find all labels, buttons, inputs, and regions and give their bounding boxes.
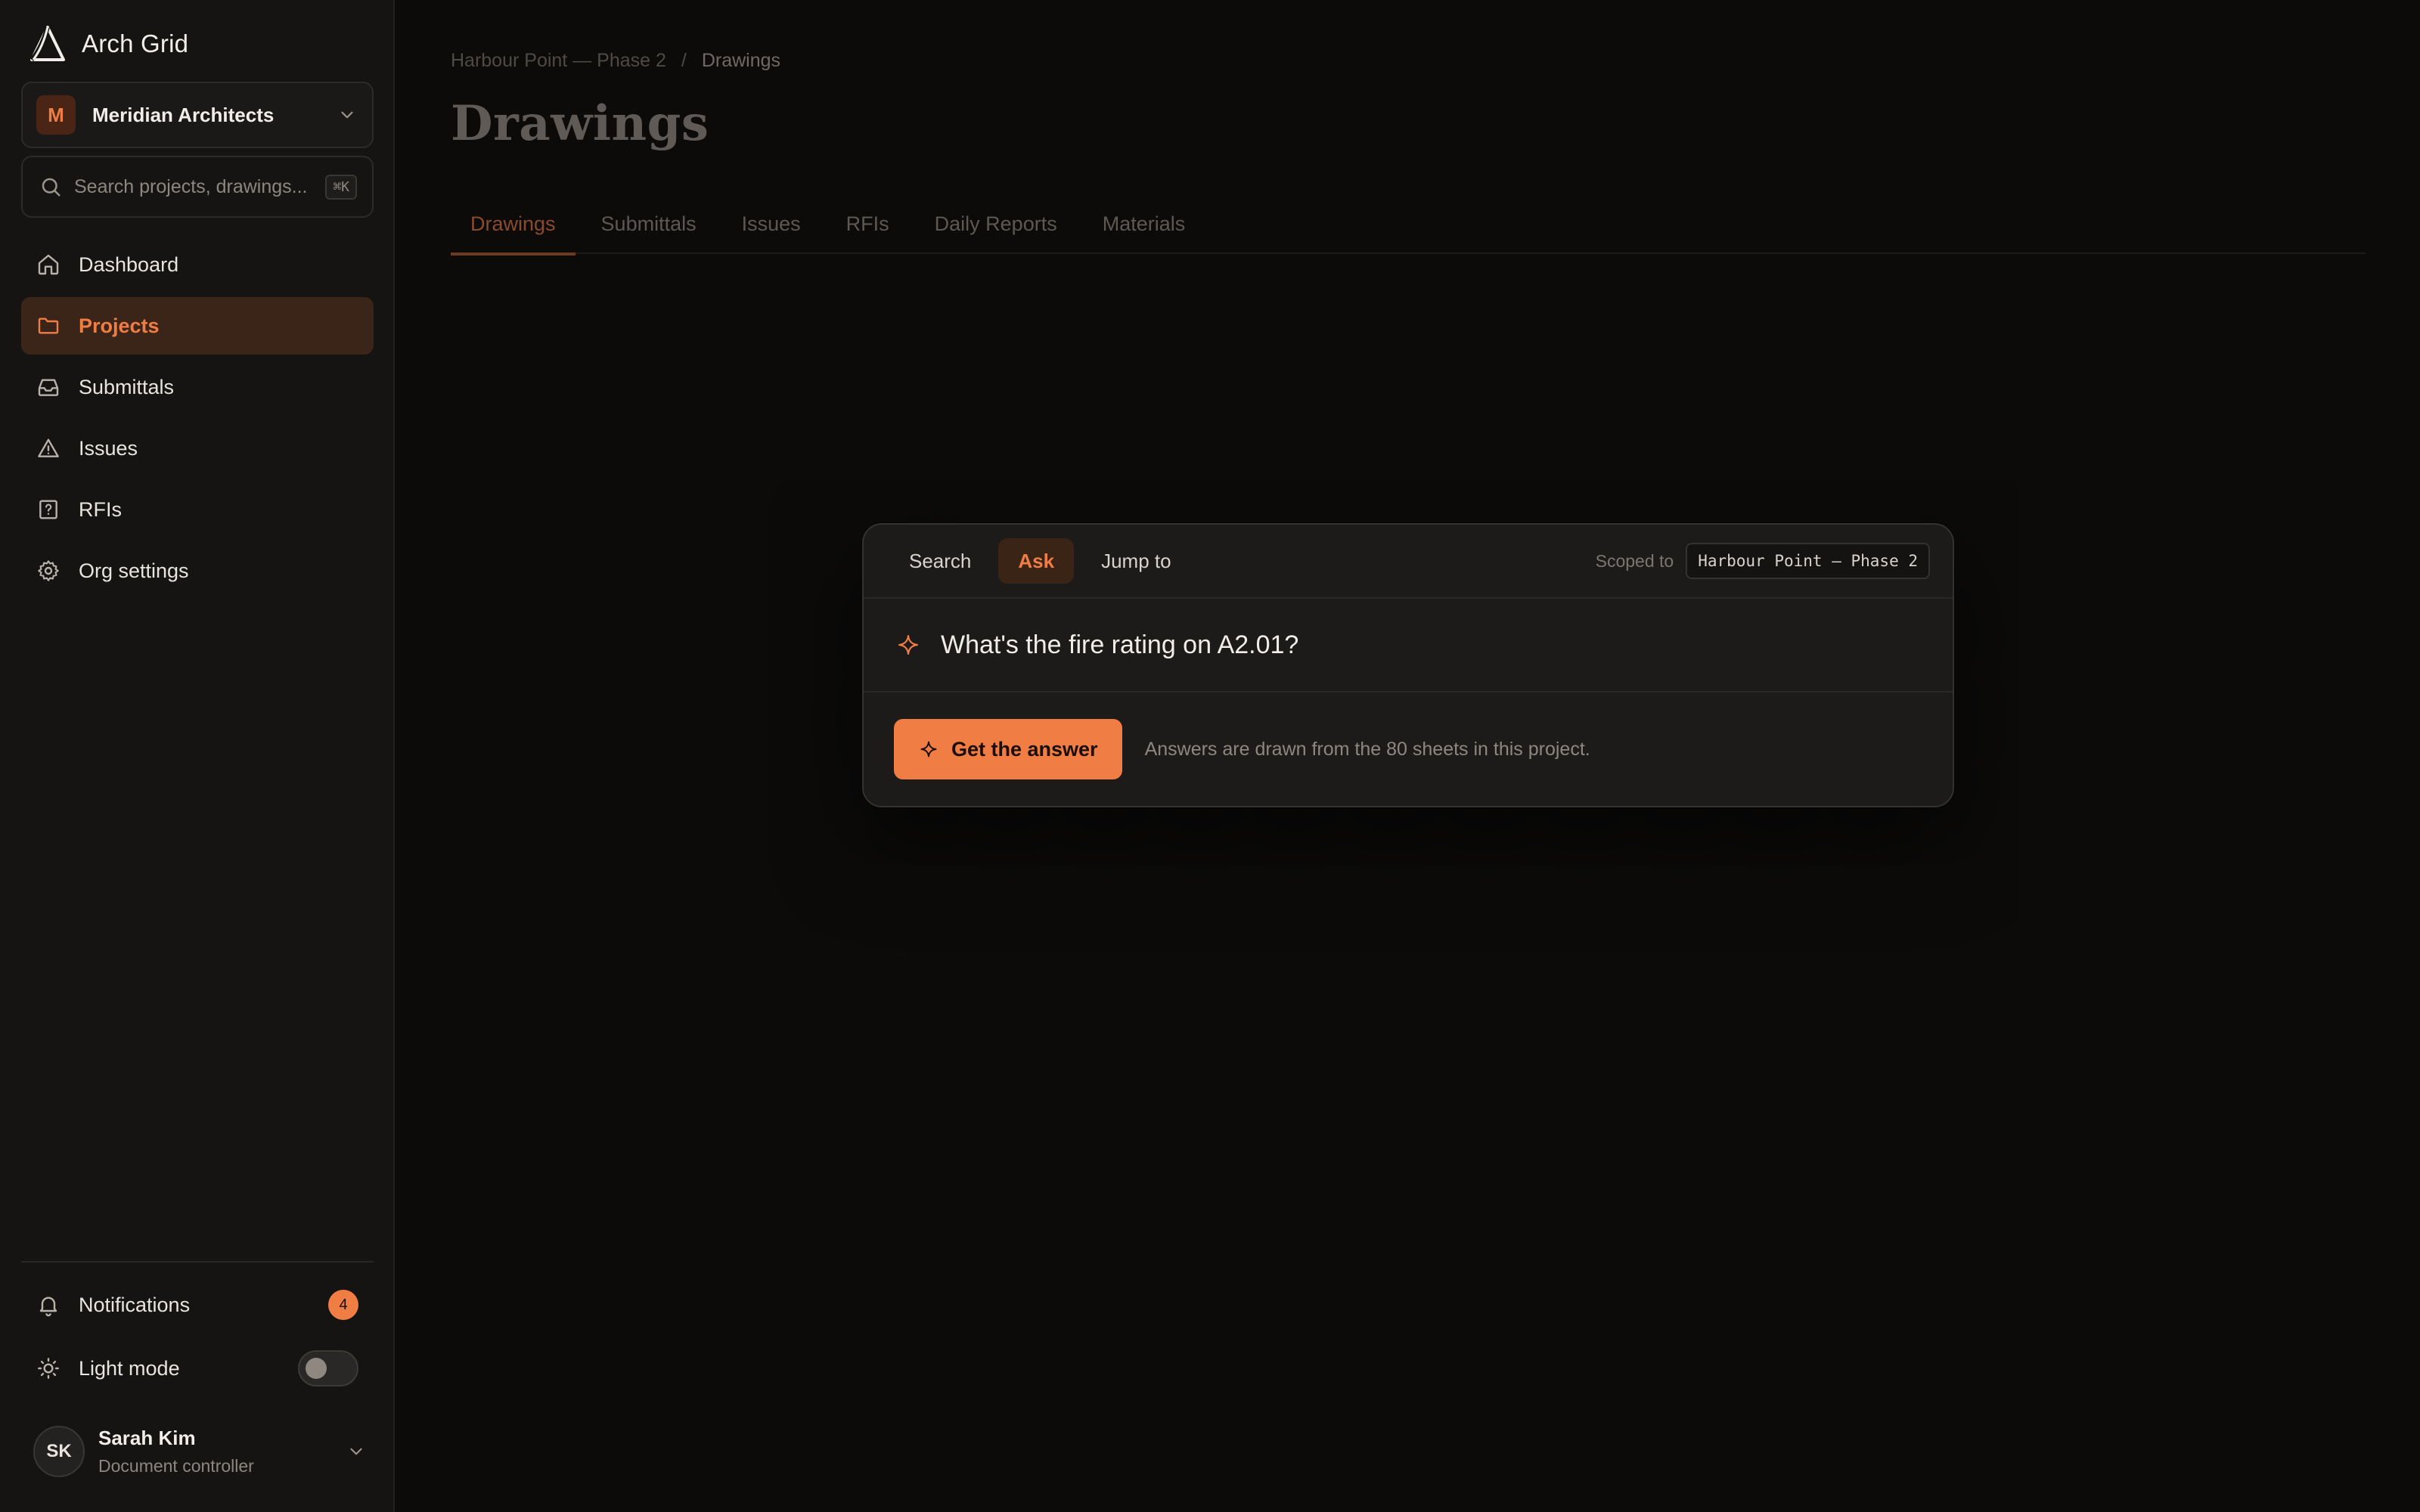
tab-materials[interactable]: Materials xyxy=(1083,194,1205,254)
chevron-down-icon xyxy=(341,111,353,119)
sidebar-nav: Dashboard Projects Submittals Issues RFI… xyxy=(21,236,374,603)
breadcrumb: Harbour Point — Phase 2 / Drawings xyxy=(451,50,780,72)
scope-chip[interactable]: Harbour Point — Phase 2 xyxy=(1686,543,1930,579)
org-switcher[interactable]: M Meridian Architects xyxy=(21,82,374,148)
search-icon xyxy=(42,178,60,197)
sidebar-item-label: RFIs xyxy=(79,497,122,521)
tab-rfis[interactable]: RFIs xyxy=(827,194,909,254)
palette-header: Search Ask Jump to Scoped to Harbour Poi… xyxy=(864,525,1953,599)
sidebar-item-label: Projects xyxy=(79,314,160,337)
sidebar-item-label: Issues xyxy=(79,436,138,460)
scope: Scoped to Harbour Point — Phase 2 xyxy=(1596,543,1930,579)
brand[interactable]: Arch Grid xyxy=(30,23,188,65)
avatar: SK xyxy=(33,1426,85,1477)
get-answer-button[interactable]: Get the answer xyxy=(894,719,1122,779)
tab-daily-reports[interactable]: Daily Reports xyxy=(915,194,1077,254)
light-mode-toggle[interactable] xyxy=(298,1350,358,1387)
notifications-badge: 4 xyxy=(328,1290,358,1320)
user-role: Document controller xyxy=(98,1456,254,1476)
sidebar-item-projects[interactable]: Projects xyxy=(21,297,374,355)
folder-icon xyxy=(38,318,59,334)
sidebar-search[interactable]: Search projects, drawings... ⌘K xyxy=(21,156,374,218)
tab-drawings[interactable]: Drawings xyxy=(451,194,576,256)
notifications-row[interactable]: Notifications 4 xyxy=(36,1282,358,1328)
sun-icon xyxy=(38,1358,59,1379)
sparkle-icon xyxy=(920,741,937,758)
help-square-icon xyxy=(39,500,57,519)
org-name: Meridian Architects xyxy=(92,103,275,126)
palette-query-row[interactable]: What's the fire rating on A2.01? xyxy=(864,599,1953,692)
palette-footer: Get the answer Answers are drawn from th… xyxy=(864,692,1953,806)
sidebar-item-issues[interactable]: Issues xyxy=(21,420,374,477)
gear-icon xyxy=(38,560,59,581)
scope-label: Scoped to xyxy=(1595,550,1674,571)
breadcrumb-project[interactable]: Harbour Point — Phase 2 xyxy=(451,50,666,72)
app-name: Arch Grid xyxy=(82,29,189,57)
sidebar-item-label: Org settings xyxy=(79,559,189,582)
sidebar-item-label: Submittals xyxy=(79,375,175,398)
notifications-label: Notifications xyxy=(79,1293,191,1316)
sidebar-item-submittals[interactable]: Submittals xyxy=(21,358,374,416)
breadcrumb-separator: / xyxy=(681,50,687,71)
sidebar-divider xyxy=(21,1261,374,1263)
sparkle-icon xyxy=(898,635,918,655)
chevron-down-icon xyxy=(350,1448,362,1455)
sidebar-item-org-settings[interactable]: Org settings xyxy=(21,542,374,600)
arch-grid-logo-icon xyxy=(30,26,65,61)
user-name: Sarah Kim xyxy=(98,1427,196,1449)
tab-issues[interactable]: Issues xyxy=(722,194,821,254)
user-info: Sarah Kim Document controller xyxy=(98,1427,346,1476)
search-input[interactable]: Search projects, drawings... xyxy=(74,176,325,198)
sidebar: Arch Grid M Meridian Architects Search p… xyxy=(0,0,395,1512)
mode-search[interactable]: Search xyxy=(889,538,991,584)
user-menu[interactable]: SK Sarah Kim Document controller xyxy=(33,1421,366,1482)
light-mode-label: Light mode xyxy=(79,1356,180,1380)
app-root: Arch Grid M Meridian Architects Search p… xyxy=(0,0,2420,1512)
query-input[interactable]: What's the fire rating on A2.01? xyxy=(941,631,1298,660)
sidebar-item-label: Dashboard xyxy=(79,253,179,276)
light-mode-row: Light mode xyxy=(36,1346,358,1391)
tab-submittals[interactable]: Submittals xyxy=(582,194,716,254)
toggle-knob xyxy=(306,1358,327,1379)
breadcrumb-current: Drawings xyxy=(701,50,781,71)
home-icon xyxy=(38,254,59,275)
alert-triangle-icon xyxy=(38,438,59,457)
sidebar-item-dashboard[interactable]: Dashboard xyxy=(21,236,374,293)
sidebar-item-rfis[interactable]: RFIs xyxy=(21,481,374,538)
answer-footnote: Answers are drawn from the 80 sheets in … xyxy=(1144,738,1590,760)
mode-jump-to[interactable]: Jump to xyxy=(1081,538,1191,584)
inbox-icon xyxy=(38,379,59,396)
project-tabs: Drawings Submittals Issues RFIs Daily Re… xyxy=(451,194,2366,256)
mode-ask[interactable]: Ask xyxy=(998,538,1075,584)
page-title: Drawings xyxy=(451,95,709,152)
org-avatar: M xyxy=(36,95,76,135)
bell-icon xyxy=(39,1297,57,1317)
get-answer-label: Get the answer xyxy=(951,737,1098,761)
command-palette: Search Ask Jump to Scoped to Harbour Poi… xyxy=(862,523,1954,807)
search-shortcut: ⌘K xyxy=(325,174,357,200)
